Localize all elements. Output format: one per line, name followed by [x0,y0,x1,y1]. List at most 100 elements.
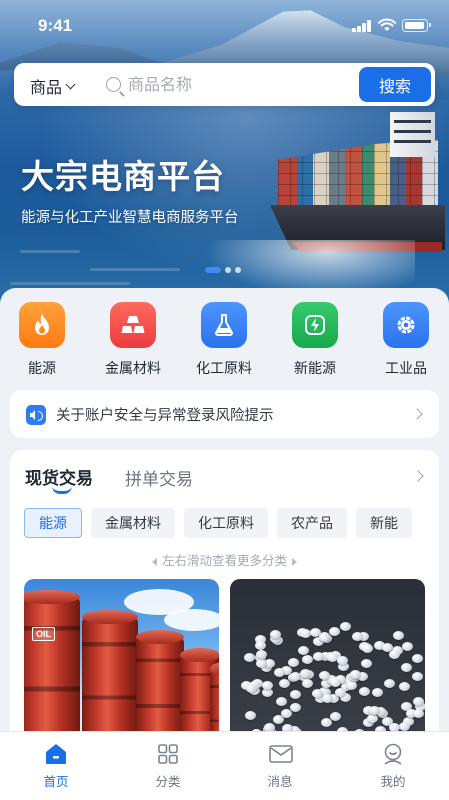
pellet [273,668,285,678]
pellet [255,650,267,660]
swipe-hint: 左右滑动查看更多分类 [10,550,439,569]
pellet [290,689,302,699]
hero-subtitle: 能源与化工产业智慧电商服务平台 [21,210,239,226]
product-card-pellets[interactable] [230,579,425,750]
pellet [329,711,341,721]
status-bar: 9:41 [0,0,449,48]
pellet [301,678,313,688]
pellet [384,679,396,689]
pellet [393,630,405,640]
tab-home[interactable]: 首页 [16,742,96,790]
pellet [269,629,281,639]
carousel-indicator[interactable] [205,267,241,273]
pellet [339,622,351,632]
pellet [360,658,372,668]
arrow-left-icon [151,557,157,566]
category-chemical[interactable]: 化工原料 [184,302,264,378]
tab-label: 消息 [267,774,293,789]
search-button[interactable]: 搜索 [359,67,431,102]
category-new-energy[interactable]: 新能源 [275,302,355,378]
wave-line [10,282,130,285]
pellet [289,702,301,712]
home-icon [44,742,68,766]
tab-category[interactable]: 分类 [128,742,208,790]
tab-label: 分类 [155,774,181,789]
pellet [345,680,357,690]
pellet [289,672,301,682]
pellet [302,654,314,664]
subcategory-chips: 能源 金属材料 化工原料 农产品 新能 [24,508,412,538]
category-energy[interactable]: 能源 [2,302,82,378]
pellet [389,649,401,659]
announcement-bar[interactable]: 关于账户安全与异常登录风险提示 [10,390,439,438]
chip-chemical[interactable]: 化工原料 [184,508,268,538]
pellet [246,683,258,693]
main-panel: 能源 金属材料 化工原料 新能源 工业品 关于账户安全与异常登录风险提示 现货交… [0,288,449,750]
grid-icon [156,742,180,766]
gear-icon [383,302,429,348]
category-label: 新能源 [294,361,336,377]
carousel-dot[interactable] [225,267,231,273]
chip-agriculture[interactable]: 农产品 [277,508,347,538]
pellet [413,709,425,719]
cloud [164,609,219,631]
search-bar: 商品 搜索 [14,63,435,106]
cellular-signal-icon [352,20,372,32]
chevron-right-icon [411,408,423,420]
arrow-right-icon [292,557,297,566]
oil-label: OIL [32,627,55,641]
announcement-text: 关于账户安全与异常登录风险提示 [56,408,274,424]
tab-active-indicator [52,486,72,494]
chevron-down-icon [65,79,76,89]
pellet [402,641,414,651]
hero-title: 大宗电商平台 [21,157,225,196]
search-input[interactable] [128,71,348,98]
category-label: 金属材料 [105,361,161,377]
pellet [244,653,256,663]
wave-line [20,250,80,253]
pellet [336,655,348,665]
pellet [322,693,334,703]
category-metal[interactable]: 金属材料 [93,302,173,378]
chip-energy[interactable]: 能源 [24,508,82,538]
pellet [412,696,424,706]
tab-group-trading[interactable]: 拼单交易 [125,465,193,490]
pellet [312,652,324,662]
tab-profile[interactable]: 我的 [353,742,433,790]
speaker-icon [26,405,46,425]
search-category-dropdown[interactable]: 商品 [30,74,76,98]
wave-line [90,268,180,271]
category-industrial[interactable]: 工业品 [366,302,446,378]
search-category-label: 商品 [30,78,63,97]
pellet [399,681,411,691]
product-card-oil[interactable]: OIL [24,579,219,750]
category-label: 化工原料 [196,361,252,377]
carousel-dot-active[interactable] [205,267,221,273]
category-label: 能源 [28,361,56,377]
tab-label: 首页 [43,774,69,789]
mail-icon [268,742,293,766]
oil-barrel: OIL [24,590,80,750]
pellet [371,687,383,697]
pellet [254,640,266,650]
chip-new-energy[interactable]: 新能 [356,508,412,538]
pellet [361,644,373,654]
lightning-icon [292,302,338,348]
pellet [398,721,410,731]
battery-icon [402,19,431,32]
search-icon [106,77,121,92]
chip-metal[interactable]: 金属材料 [91,508,175,538]
carousel-dot[interactable] [235,267,241,273]
pellet [401,662,413,672]
tab-label: 我的 [380,774,406,789]
pellet [276,697,288,707]
tab-messages[interactable]: 消息 [240,742,320,790]
pellet [330,678,342,688]
swipe-hint-text: 左右滑动查看更多分类 [161,553,287,568]
category-grid: 能源 金属材料 化工原料 新能源 工业品 [0,302,449,382]
trade-section: 现货交易 拼单交易 能源 金属材料 化工原料 农产品 新能 左右滑动查看更多分类… [10,450,439,750]
chevron-right-icon[interactable] [412,470,424,482]
pellet [297,646,309,656]
flask-icon [201,302,247,348]
bottom-tab-bar: 首页 分类 消息 我的 [0,731,449,800]
